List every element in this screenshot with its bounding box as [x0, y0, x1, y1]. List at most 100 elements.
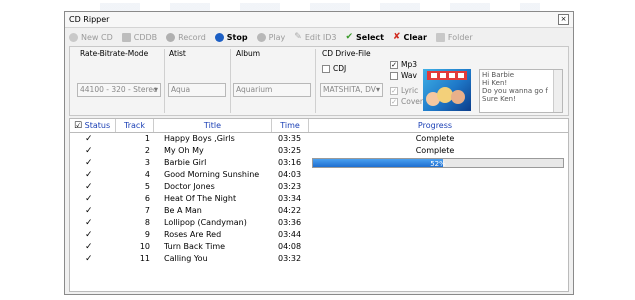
progress-cell — [309, 181, 561, 193]
status-cell: ✓ — [70, 169, 116, 181]
track-checkbox[interactable]: ✓ — [85, 230, 93, 240]
status-cell: ✓ — [70, 253, 116, 265]
time-header[interactable]: Time — [272, 119, 309, 132]
stop-button[interactable]: Stop — [214, 32, 248, 42]
record-icon — [166, 32, 176, 42]
wav-label: Wav — [401, 71, 417, 80]
settings-panel: Rate-Bitrate-Mode 44100 - 320 - Sterec A… — [69, 46, 569, 116]
track-checkbox[interactable]: ✓ — [85, 254, 93, 264]
track-time: 04:03 — [278, 170, 302, 179]
track-checkbox[interactable]: ✓ — [85, 170, 93, 180]
close-icon[interactable]: × — [558, 14, 569, 25]
lyric-line: Hi Barbie — [482, 71, 515, 79]
track-time: 03:44 — [278, 230, 302, 239]
mp3-label: Mp3 — [401, 60, 418, 69]
table-row[interactable]: ✓ 2 My Oh My 03:25 Complete — [70, 145, 568, 157]
table-row[interactable]: ✓ 6 Heat Of The Night 03:34 — [70, 193, 568, 205]
progress-cell — [309, 169, 561, 181]
cover-label: Cover — [401, 97, 423, 106]
track-title: Barbie Girl — [164, 158, 207, 167]
track-grid: ☑ Status Track Title Time Progress ✓ 1 Hap… — [69, 118, 569, 292]
lyric-label: Lyric — [401, 86, 419, 95]
lyric-checkbox[interactable]: ✓ — [390, 87, 398, 95]
track-title: Happy Boys ,Girls — [164, 134, 235, 143]
album-field[interactable]: Aquarium — [233, 83, 311, 97]
track-checkbox[interactable]: ✓ — [85, 158, 93, 168]
artist-label: Atist — [169, 49, 186, 58]
lyrics-scrollbar[interactable] — [553, 70, 562, 112]
track-number: 11 — [139, 254, 150, 263]
track-checkbox[interactable]: ✓ — [85, 182, 93, 192]
track-time: 04:08 — [278, 242, 302, 251]
play-button[interactable]: Play — [256, 32, 286, 42]
lyric-line: Do you wanna go f — [482, 87, 548, 95]
clear-button[interactable]: ✘ Clear — [393, 32, 427, 42]
lyrics-box[interactable]: Hi Barbie Hi Ken! Do you wanna go f Sure… — [479, 69, 563, 113]
new-cd-button[interactable]: New CD — [69, 32, 113, 42]
track-time: 03:25 — [278, 146, 302, 155]
track-checkbox[interactable]: ✓ — [85, 146, 93, 156]
divider — [164, 49, 165, 113]
new-cd-icon — [69, 32, 78, 42]
table-row[interactable]: ✓ 1 Happy Boys ,Girls 03:35 Complete — [70, 133, 568, 145]
progress-bar: 52% — [312, 158, 564, 168]
rate-label: Rate-Bitrate-Mode — [80, 49, 149, 58]
wav-checkbox[interactable] — [390, 72, 398, 80]
folder-button[interactable]: Folder — [435, 32, 473, 42]
cdj-checkbox[interactable] — [322, 65, 330, 73]
progress-cell — [309, 205, 561, 217]
progress-header[interactable]: Progress — [309, 119, 561, 132]
track-checkbox[interactable]: ✓ — [85, 206, 93, 216]
track-title: Be A Man — [164, 206, 202, 215]
status-cell: ✓ — [70, 229, 116, 241]
record-button[interactable]: Record — [166, 32, 206, 42]
status-cell: ✓ — [70, 133, 116, 145]
edit-id3-label: Edit ID3 — [304, 32, 337, 42]
drive-label: CD Drive-File — [322, 49, 371, 58]
track-checkbox[interactable]: ✓ — [85, 194, 93, 204]
record-label: Record — [178, 32, 206, 42]
table-row[interactable]: ✓ 7 Be A Man 04:22 — [70, 205, 568, 217]
folder-icon — [435, 32, 445, 42]
table-row[interactable]: ✓ 11 Calling You 03:32 — [70, 253, 568, 265]
table-row[interactable]: ✓ 8 Lollipop (Candyman) 03:36 — [70, 217, 568, 229]
artist-field[interactable]: Aqua — [168, 83, 226, 97]
track-number: 5 — [144, 182, 150, 191]
select-button[interactable]: ✔ Select — [346, 32, 384, 42]
table-row[interactable]: ✓ 9 Roses Are Red 03:44 — [70, 229, 568, 241]
table-row[interactable]: ✓ 4 Good Morning Sunshine 04:03 — [70, 169, 568, 181]
album-cover-art — [426, 71, 467, 106]
track-number: 3 — [144, 158, 150, 167]
track-number: 10 — [139, 242, 150, 251]
track-title: Calling You — [164, 254, 208, 263]
cover-checkbox[interactable]: ✓ — [390, 98, 398, 106]
status-header-label: Status — [84, 121, 111, 130]
play-label: Play — [268, 32, 286, 42]
track-checkbox[interactable]: ✓ — [85, 242, 93, 252]
table-row[interactable]: ✓ 10 Turn Back Time 04:08 — [70, 241, 568, 253]
cd-ripper-window: CD Ripper × New CD CDDB Record Stop Play… — [64, 11, 574, 295]
drive-select[interactable]: MATSHITA, DV — [320, 83, 383, 97]
title-header[interactable]: Title — [154, 119, 272, 132]
track-checkbox[interactable]: ✓ — [85, 218, 93, 228]
mp3-checkbox[interactable]: ✓ — [390, 61, 398, 69]
progress-cell: Complete — [415, 146, 455, 155]
stop-icon — [214, 32, 224, 42]
select-all-checkbox[interactable]: ☑ — [74, 121, 82, 131]
track-number: 7 — [144, 206, 150, 215]
cddb-button[interactable]: CDDB — [121, 32, 157, 42]
table-row[interactable]: ✓ 3 Barbie Girl 03:16 52% — [70, 157, 568, 169]
status-header[interactable]: ☑ Status — [70, 119, 116, 132]
edit-id3-button[interactable]: ✎ Edit ID3 — [294, 32, 336, 42]
status-cell: ✓ — [70, 205, 116, 217]
lyric-line: Sure Ken! — [482, 95, 516, 103]
track-header[interactable]: Track — [116, 119, 154, 132]
rate-select[interactable]: 44100 - 320 - Sterec — [77, 83, 161, 97]
track-time: 03:32 — [278, 254, 302, 263]
track-checkbox[interactable]: ✓ — [85, 134, 93, 144]
track-time: 03:34 — [278, 194, 302, 203]
cddb-icon — [121, 32, 131, 42]
table-row[interactable]: ✓ 5 Doctor Jones 03:23 — [70, 181, 568, 193]
progress-cell — [309, 229, 561, 241]
pencil-icon: ✎ — [294, 32, 302, 42]
